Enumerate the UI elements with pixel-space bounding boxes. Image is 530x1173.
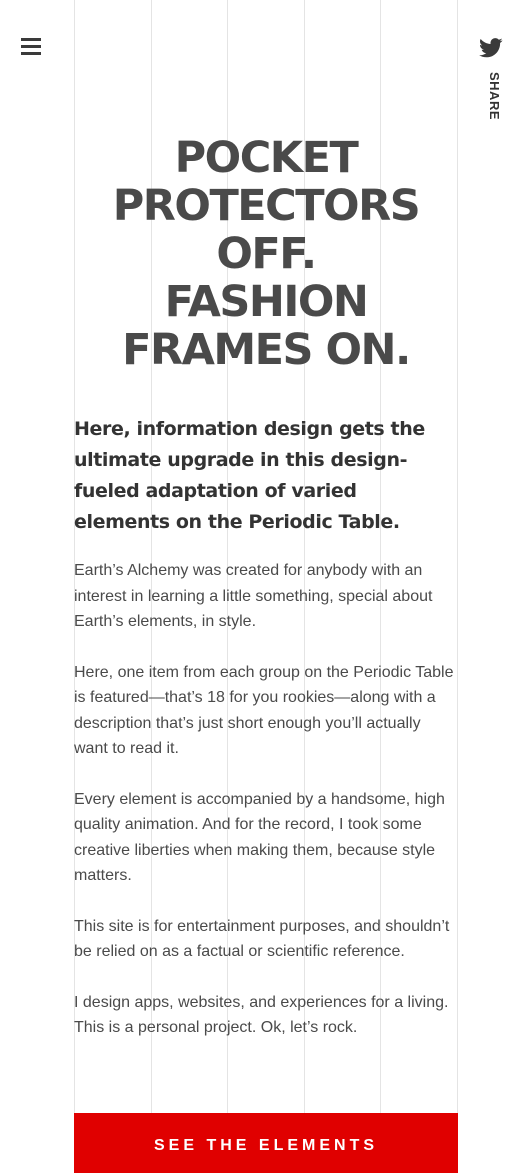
intro-paragraph: I design apps, websites, and experiences… xyxy=(74,993,449,1037)
intro-paragraph: This site is for entertainment purposes,… xyxy=(74,917,450,961)
hero-headline: POCKET PROTECTORS OFF. FASHION FRAMES ON… xyxy=(74,134,458,374)
hero-line: FASHION xyxy=(164,277,369,327)
menu-bar xyxy=(21,38,41,41)
hero-line: PROTECTORS xyxy=(112,181,421,231)
intro-paragraph: Every element is accompanied by a handso… xyxy=(74,790,445,885)
hero-line: POCKET xyxy=(174,133,359,183)
menu-bar xyxy=(21,52,41,55)
intro-paragraph: Earth’s Alchemy was created for anybody … xyxy=(74,562,433,630)
intro-paragraph: Here, one item from each group on the Pe… xyxy=(74,663,454,758)
intro-body: Earth’s Alchemy was created for anybody … xyxy=(74,558,458,1066)
share-label: SHARE xyxy=(487,72,502,121)
intro-subhead: Here, information design gets the ultima… xyxy=(74,418,425,533)
menu-bar xyxy=(21,45,41,48)
twitter-bird-icon xyxy=(479,38,503,58)
see-elements-button[interactable]: SEE THE ELEMENTS xyxy=(74,1113,458,1173)
hero-line: OFF. xyxy=(216,229,317,279)
share-button[interactable]: SHARE xyxy=(479,38,505,120)
hamburger-menu-icon[interactable] xyxy=(21,36,43,56)
hero-line: FRAMES ON. xyxy=(122,325,411,375)
